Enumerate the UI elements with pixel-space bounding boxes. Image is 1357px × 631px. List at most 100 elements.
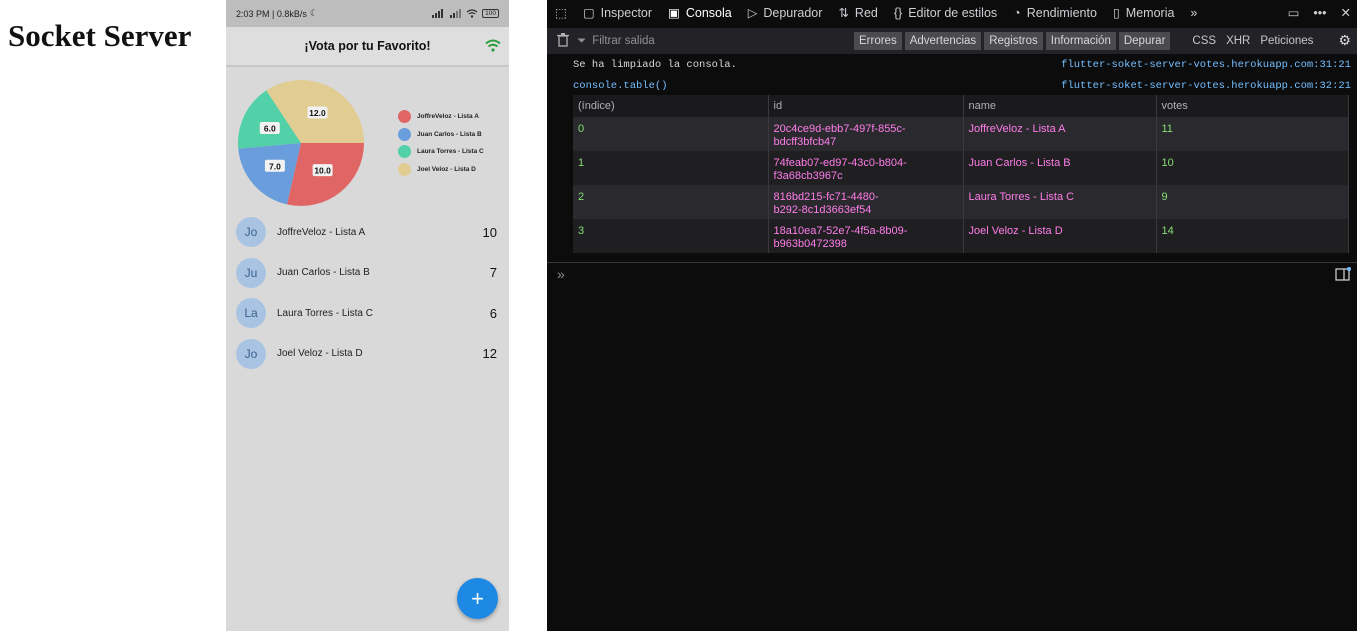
band-name: Joel Veloz - Lista D [277,348,363,359]
signal-icon [432,9,444,18]
band-name: Laura Torres - Lista C [277,307,373,319]
legend-label: Joel Veloz - Lista D [417,165,476,173]
table-header[interactable]: (índice) [573,95,769,117]
more-tabs-icon[interactable]: » [1182,0,1205,25]
devtools-tab-label: Editor de estilos [908,5,998,20]
table-cell-index: 2 [573,185,769,219]
wifi-icon [466,9,478,18]
devtools-tab[interactable]: ◔ Rendimiento [1005,0,1105,25]
id-part: b292-8c1d3663ef54 [773,204,872,216]
band-votes: 12 [482,346,497,361]
legend-swatch [398,145,411,159]
pie-slice-label: 12.0 [309,108,326,118]
style-editor-icon: {} [893,5,903,20]
devtools-tab-label: Red [854,5,878,20]
table-row: 0 20c4ce9d-ebb7-497f-855c-bdcff3bfcb47 Jof… [573,117,1349,151]
add-band-button[interactable]: + [457,578,498,619]
filter-toggle[interactable]: Peticiones [1260,35,1313,47]
moon-icon: ☾ [309,8,318,18]
table-cell-name: Juan Carlos - Lista B [963,151,1157,185]
filter-button[interactable]: Errores [854,32,902,50]
status-time: 2:03 PM | 0.8kB/s [236,8,307,19]
table-header[interactable]: votes [1156,95,1349,117]
debugger-icon: ▷ [747,6,758,20]
id-part: b963b0472398 [773,238,847,250]
inspector-icon: ▢ [582,6,595,20]
filter-placeholder: Filtrar salida [592,35,655,47]
devtools-tab-label: Memoria [1125,5,1175,20]
band-list-item[interactable]: Jo JoffreVeloz - Lista A 10 [226,212,509,252]
devtools-toolbar: ⬚ ▢ Inspector ▣ Consola ▷ Depurador ⇅ Red {} Edito… [547,0,1357,25]
request-filters: CSS XHR Peticiones [1182,35,1313,47]
table-cell-votes: 11 [1156,117,1349,151]
band-votes: 10 [482,224,497,240]
devtools-tab-label: Rendimiento [1026,5,1097,20]
table-cell-index: 0 [573,117,769,151]
console-filter-bar: ⏷ Filtrar salida Errores Advertencias Regi… [547,28,1357,54]
app-title: ¡Vota por tu Favorito! [304,39,431,53]
table-cell-name: Joel Veloz - Lista D [963,219,1157,253]
devtools-panel: ⬚ ▢ Inspector ▣ Consola ▷ Depurador ⇅ Red {} Edito… [547,0,1357,631]
legend-item: Juan Carlos - Lista B [398,126,484,144]
devtools-tab-label: Inspector [600,5,653,20]
devtools-tab[interactable]: ▷ Depurador [740,0,831,25]
devtools-tab-label: Consola [685,5,732,20]
more-options-icon[interactable]: ••• [1313,6,1326,20]
settings-gear-icon[interactable]: ⚙ [1338,32,1351,49]
network-icon: ⇅ [838,6,849,20]
pick-element-icon: ⬚ [555,6,567,20]
console-message-text: console.table() [573,80,668,92]
pie-slice-label: 7.0 [269,161,281,171]
devtools-tab[interactable]: ▯ Memoria [1105,0,1183,25]
legend-label: JoffreVeloz - Lista A [417,113,479,121]
console-source-link[interactable]: flutter-soket-server-votes.herokuapp.com… [1061,80,1351,92]
band-list-item[interactable]: Ju Juan Carlos - Lista B 7 [226,253,509,293]
devtools-tab[interactable]: ⬚ [547,0,575,25]
responsive-mode-icon[interactable]: ▭ [1288,5,1300,20]
table-cell-id: 74feab07-ed97-43c0-b804- f3a68cb3967c [768,151,964,185]
filter-button[interactable]: Información [1045,32,1116,50]
filter-toggle[interactable]: CSS [1192,35,1216,47]
table-header-row: (índice) id name votes [573,95,1349,117]
table-cell-id: 20c4ce9d-ebb7-497f-855c-bdcff3bfcb47 [768,117,964,151]
id-part: f3a68cb3967c [773,170,843,182]
table-cell-votes: 14 [1156,219,1349,253]
filter-toggle[interactable]: XHR [1226,35,1250,47]
band-list-item[interactable]: La Laura Torres - Lista C 6 [226,293,509,333]
avatar: Jo [236,217,266,247]
table-cell-index: 1 [573,151,769,185]
devtools-window-controls: ▭ ••• ✕ [1288,0,1351,25]
table-header[interactable]: name [963,95,1157,117]
table-row: 1 74feab07-ed97-43c0-b804- f3a68cb3967c Jua… [573,151,1349,185]
console-message: Se ha limpiado la consola. flutter-soket-… [547,55,1357,75]
table-cell-id: 18a10ea7-52e7-4f5a-8b09- b963b0472398 [768,219,964,253]
avatar: Ju [236,257,266,288]
pie-slice-label: 6.0 [264,123,276,133]
filter-button[interactable]: Advertencias [904,32,982,50]
id-part: 816bd215-fc71-4480- [773,191,879,203]
band-list-item[interactable]: Jo Joel Veloz - Lista D 12 [226,334,509,374]
devtools-tab[interactable]: ▢ Inspector [575,0,660,25]
id-part: 18a10ea7-52e7-4f5a-8b09- [773,225,908,237]
devtools-tab-label: Depurador [763,5,823,20]
band-name: JoffreVeloz - Lista A [277,226,366,238]
close-icon[interactable]: ✕ [1341,5,1351,20]
trash-icon[interactable] [557,32,569,50]
console-source-link[interactable]: flutter-soket-server-votes.herokuapp.com… [1061,59,1351,71]
legend-swatch [398,110,411,124]
split-console-icon[interactable] [1335,267,1351,281]
band-votes: 7 [489,265,497,280]
devtools-tab[interactable]: {} Editor de estilos [886,0,1005,25]
filter-button[interactable]: Registros [984,32,1043,50]
table-header[interactable]: id [768,95,964,117]
devtools-tab[interactable]: ▣ Consola [660,0,740,25]
console-message-text: Se ha limpiado la consola. [573,59,737,71]
devtools-tab[interactable]: ⇅ Red [830,0,885,25]
filter-input[interactable]: ⏷ Filtrar salida [577,35,847,48]
console-input[interactable]: » [547,262,1357,286]
console-message: console.table() flutter-soket-server-vote… [547,76,1357,96]
filter-button[interactable]: Depurar [1118,32,1171,50]
prompt-chevron-icon: » [557,266,565,282]
legend-swatch [398,127,411,141]
legend-item: Joel Veloz - Lista D [398,161,484,179]
